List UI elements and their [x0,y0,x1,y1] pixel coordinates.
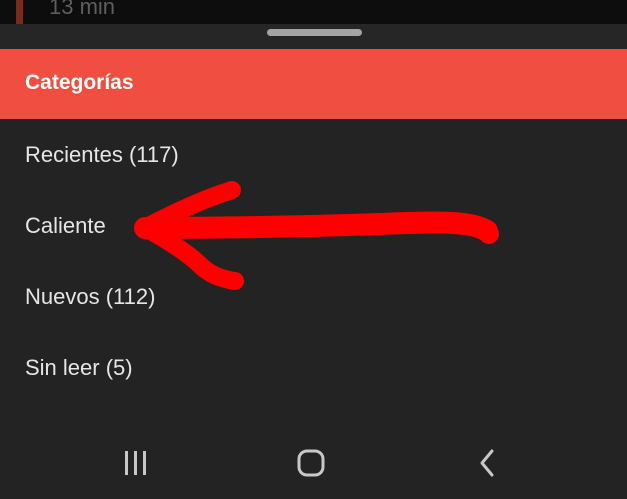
category-item-label: Sin leer (5) [25,355,133,380]
category-list: Recientes (117) Caliente Nuevos (112) Si… [0,119,627,403]
back-button[interactable] [465,443,509,483]
category-item-recientes[interactable]: Recientes (117) [0,119,627,190]
category-item-label: Recientes (117) [25,142,179,167]
recent-apps-icon [125,451,146,475]
sheet-header: Categorías [0,49,627,119]
home-button[interactable] [289,443,333,483]
background-item-accent [16,0,23,24]
category-item-label: Nuevos (112) [25,284,156,309]
drag-handle[interactable] [267,29,362,36]
recent-apps-button[interactable] [114,443,158,483]
bottom-sheet-top[interactable] [0,24,627,49]
screen: 13 min Categorías Recientes (117) Calien… [0,0,627,499]
system-navigation-bar [0,425,627,499]
back-icon [480,449,494,477]
category-item-label: Caliente [25,213,106,238]
category-item-sin-leer[interactable]: Sin leer (5) [0,332,627,403]
category-item-caliente[interactable]: Caliente [0,190,627,261]
home-icon [297,449,325,477]
background-item-time: 13 min [49,0,116,19]
category-item-nuevos[interactable]: Nuevos (112) [0,261,627,332]
background-content: 13 min [0,0,627,24]
sheet-title: Categorías [25,71,134,94]
